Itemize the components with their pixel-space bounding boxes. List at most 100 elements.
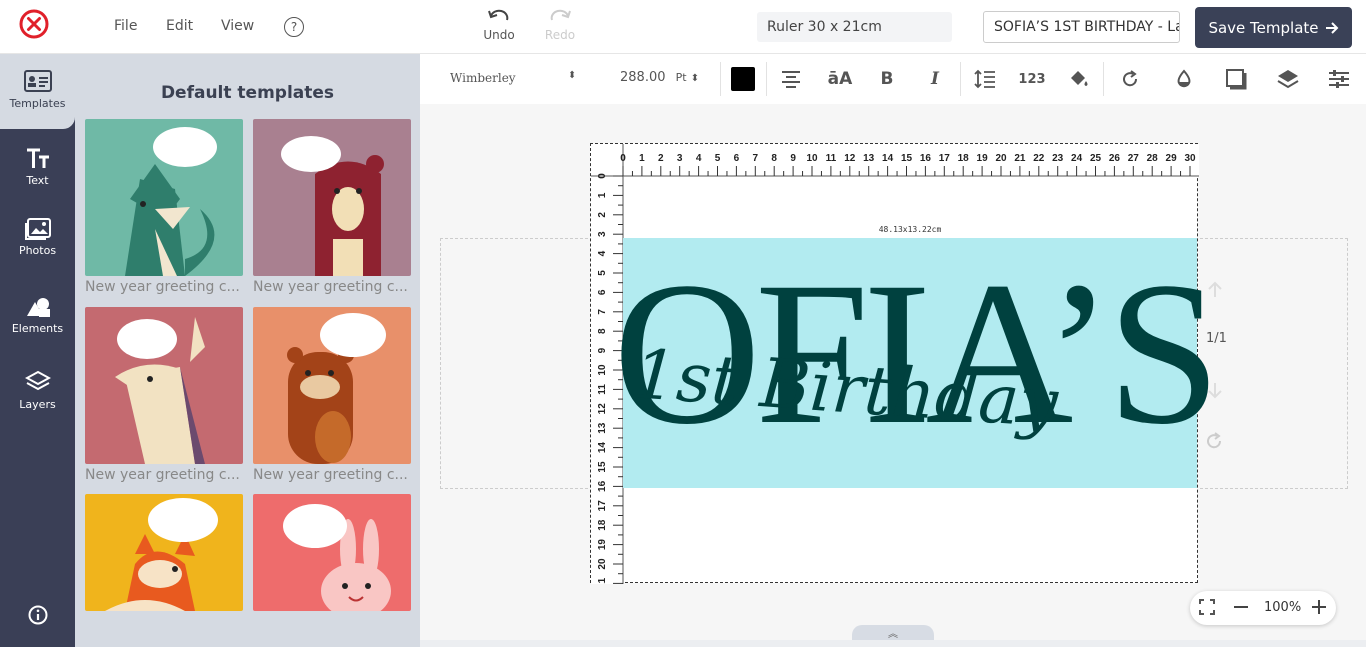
font-size-unit: Pt: [675, 71, 687, 84]
template-card[interactable]: [85, 494, 243, 614]
zoom-control: 100%: [1190, 591, 1336, 625]
text-color-swatch[interactable]: [731, 67, 755, 91]
undo-icon: [488, 9, 509, 21]
adjust-settings-button[interactable]: [1326, 66, 1352, 92]
undo-button[interactable]: Undo: [474, 8, 524, 42]
template-thumbnail: [85, 494, 243, 611]
help-button[interactable]: ?: [284, 17, 304, 37]
template-card[interactable]: [253, 494, 411, 614]
fullscreen-icon: [1199, 599, 1215, 615]
template-card[interactable]: New year greeting c...: [253, 307, 411, 483]
ruler-tick-label: 5: [597, 270, 608, 276]
artboard[interactable]: 0 1 2 3 4 5 6 7 8 9 10 11 12 13 14 15 16 17 18 19 20 21 22 23 24…: [590, 143, 1221, 584]
rotate-button[interactable]: [1117, 66, 1143, 92]
ruler-tick-label: 15: [597, 461, 608, 473]
template-card[interactable]: New year greeting c...: [85, 119, 243, 295]
align-center-button[interactable]: [778, 66, 804, 92]
refresh-page-button[interactable]: [1204, 431, 1224, 455]
ruler-tick-label: 18: [958, 153, 970, 164]
redo-label: Redo: [544, 28, 576, 42]
select-arrows-icon: ⬍: [568, 70, 577, 81]
toolbar-divider: [720, 62, 721, 96]
ruler-tick-label: 9: [597, 347, 608, 353]
refresh-icon: [1207, 432, 1222, 449]
arrow-up-icon: [1208, 281, 1222, 297]
canvas-area: 0 1 2 3 4 5 6 7 8 9 10 11 12 13 14 15 16 17 18 19 20 21 22 23 24…: [420, 104, 1366, 647]
italic-button[interactable]: I: [922, 66, 948, 92]
template-thumbnail: [253, 307, 411, 464]
ruler-tick-label: 11: [597, 384, 608, 395]
move-page-up-button[interactable]: [1202, 277, 1228, 303]
nav-text[interactable]: Text: [0, 148, 75, 187]
nav-layers[interactable]: Layers: [0, 370, 75, 411]
redo-button[interactable]: Redo: [535, 8, 585, 42]
move-page-down-button[interactable]: [1202, 377, 1228, 403]
nav-templates[interactable]: Templates: [0, 69, 75, 110]
close-icon: [19, 9, 48, 39]
shadow-button[interactable]: [1223, 66, 1249, 92]
opacity-button[interactable]: [1171, 66, 1197, 92]
template-thumbnail: [85, 307, 243, 464]
nav-elements-label: Elements: [11, 322, 64, 335]
arrow-down-icon: [1208, 383, 1222, 399]
left-navigation: Templates Text Photos Elements Layers: [0, 54, 75, 647]
ruler-tick-label: 0: [620, 153, 626, 164]
font-size-input[interactable]: 288.00 Pt ⬍: [620, 70, 699, 85]
help-icon: ?: [290, 20, 298, 34]
ruler-tick-label: 7: [597, 309, 608, 315]
template-card[interactable]: New year greeting c...: [253, 119, 411, 295]
menu-file[interactable]: File: [114, 18, 137, 34]
fit-screen-button[interactable]: [1198, 598, 1216, 620]
align-center-icon: [782, 71, 800, 88]
letter-spacing-button[interactable]: 123: [1018, 66, 1046, 92]
nav-photos-label: Photos: [18, 244, 57, 257]
ruler-tick-label: 29: [1166, 153, 1178, 164]
templates-panel: Default templates New year greeting c...: [75, 54, 420, 647]
template-card[interactable]: New year greeting c...: [85, 307, 243, 483]
menu-edit[interactable]: Edit: [166, 18, 193, 34]
ruler-tick-label: 22: [1033, 153, 1045, 164]
rotate-icon: [1123, 70, 1138, 87]
ruler-tick-label: 11: [826, 153, 837, 164]
toolbar-divider: [766, 62, 767, 96]
ruler-tick-label: 6: [734, 153, 740, 164]
cyan-text-band[interactable]: 48.13x13.22cm OFIA’S 1st Birthday: [613, 225, 1221, 488]
template-thumbnail: [253, 494, 411, 611]
template-name-input[interactable]: SOFIA’S 1ST BIRTHDAY - Las: [983, 11, 1180, 43]
photos-icon: [24, 218, 51, 240]
chevron-up-icon: ︽: [888, 629, 898, 640]
zoom-out-button[interactable]: [1232, 598, 1250, 620]
info-button[interactable]: [28, 605, 48, 629]
app-logo[interactable]: [5, 0, 62, 48]
ruler-tick-label: 20: [597, 558, 608, 570]
template-caption: New year greeting c...: [253, 279, 408, 295]
nav-photos[interactable]: Photos: [0, 218, 75, 257]
ruler-tick-label: 14: [597, 442, 608, 454]
panel-title: Default templates: [160, 83, 335, 103]
font-family-select[interactable]: Wimberley ⬍: [450, 70, 580, 85]
line-height-button[interactable]: [972, 66, 998, 92]
ruler-tick-label: 27: [1128, 153, 1140, 164]
nav-text-label: Text: [26, 174, 49, 187]
top-bar: File Edit View ? Undo Redo Ruler 30 x 21…: [0, 0, 1366, 54]
redo-icon: [550, 9, 571, 21]
layer-order-button[interactable]: [1275, 66, 1301, 92]
bold-button[interactable]: B: [874, 66, 900, 92]
ruler-tick-label: 0: [597, 173, 608, 179]
save-template-button[interactable]: Save Template: [1195, 7, 1352, 48]
nav-templates-label: Templates: [9, 97, 66, 110]
nav-layers-label: Layers: [19, 398, 56, 411]
fill-color-button[interactable]: [1066, 66, 1092, 92]
nav-elements[interactable]: Elements: [0, 296, 75, 335]
ruler-size-field[interactable]: Ruler 30 x 21cm: [757, 12, 952, 42]
plus-icon: [1312, 600, 1326, 614]
save-template-label: Save Template: [1208, 18, 1319, 37]
ruler-tick-label: 14: [882, 153, 894, 164]
minus-icon: [1234, 606, 1248, 608]
ruler-tick-label: 25: [1090, 153, 1102, 164]
ruler-tick-label: 17: [939, 153, 951, 164]
menu-view[interactable]: View: [221, 18, 254, 34]
info-icon: [28, 605, 48, 625]
text-case-button[interactable]: āA: [825, 66, 855, 92]
zoom-in-button[interactable]: [1310, 598, 1328, 620]
